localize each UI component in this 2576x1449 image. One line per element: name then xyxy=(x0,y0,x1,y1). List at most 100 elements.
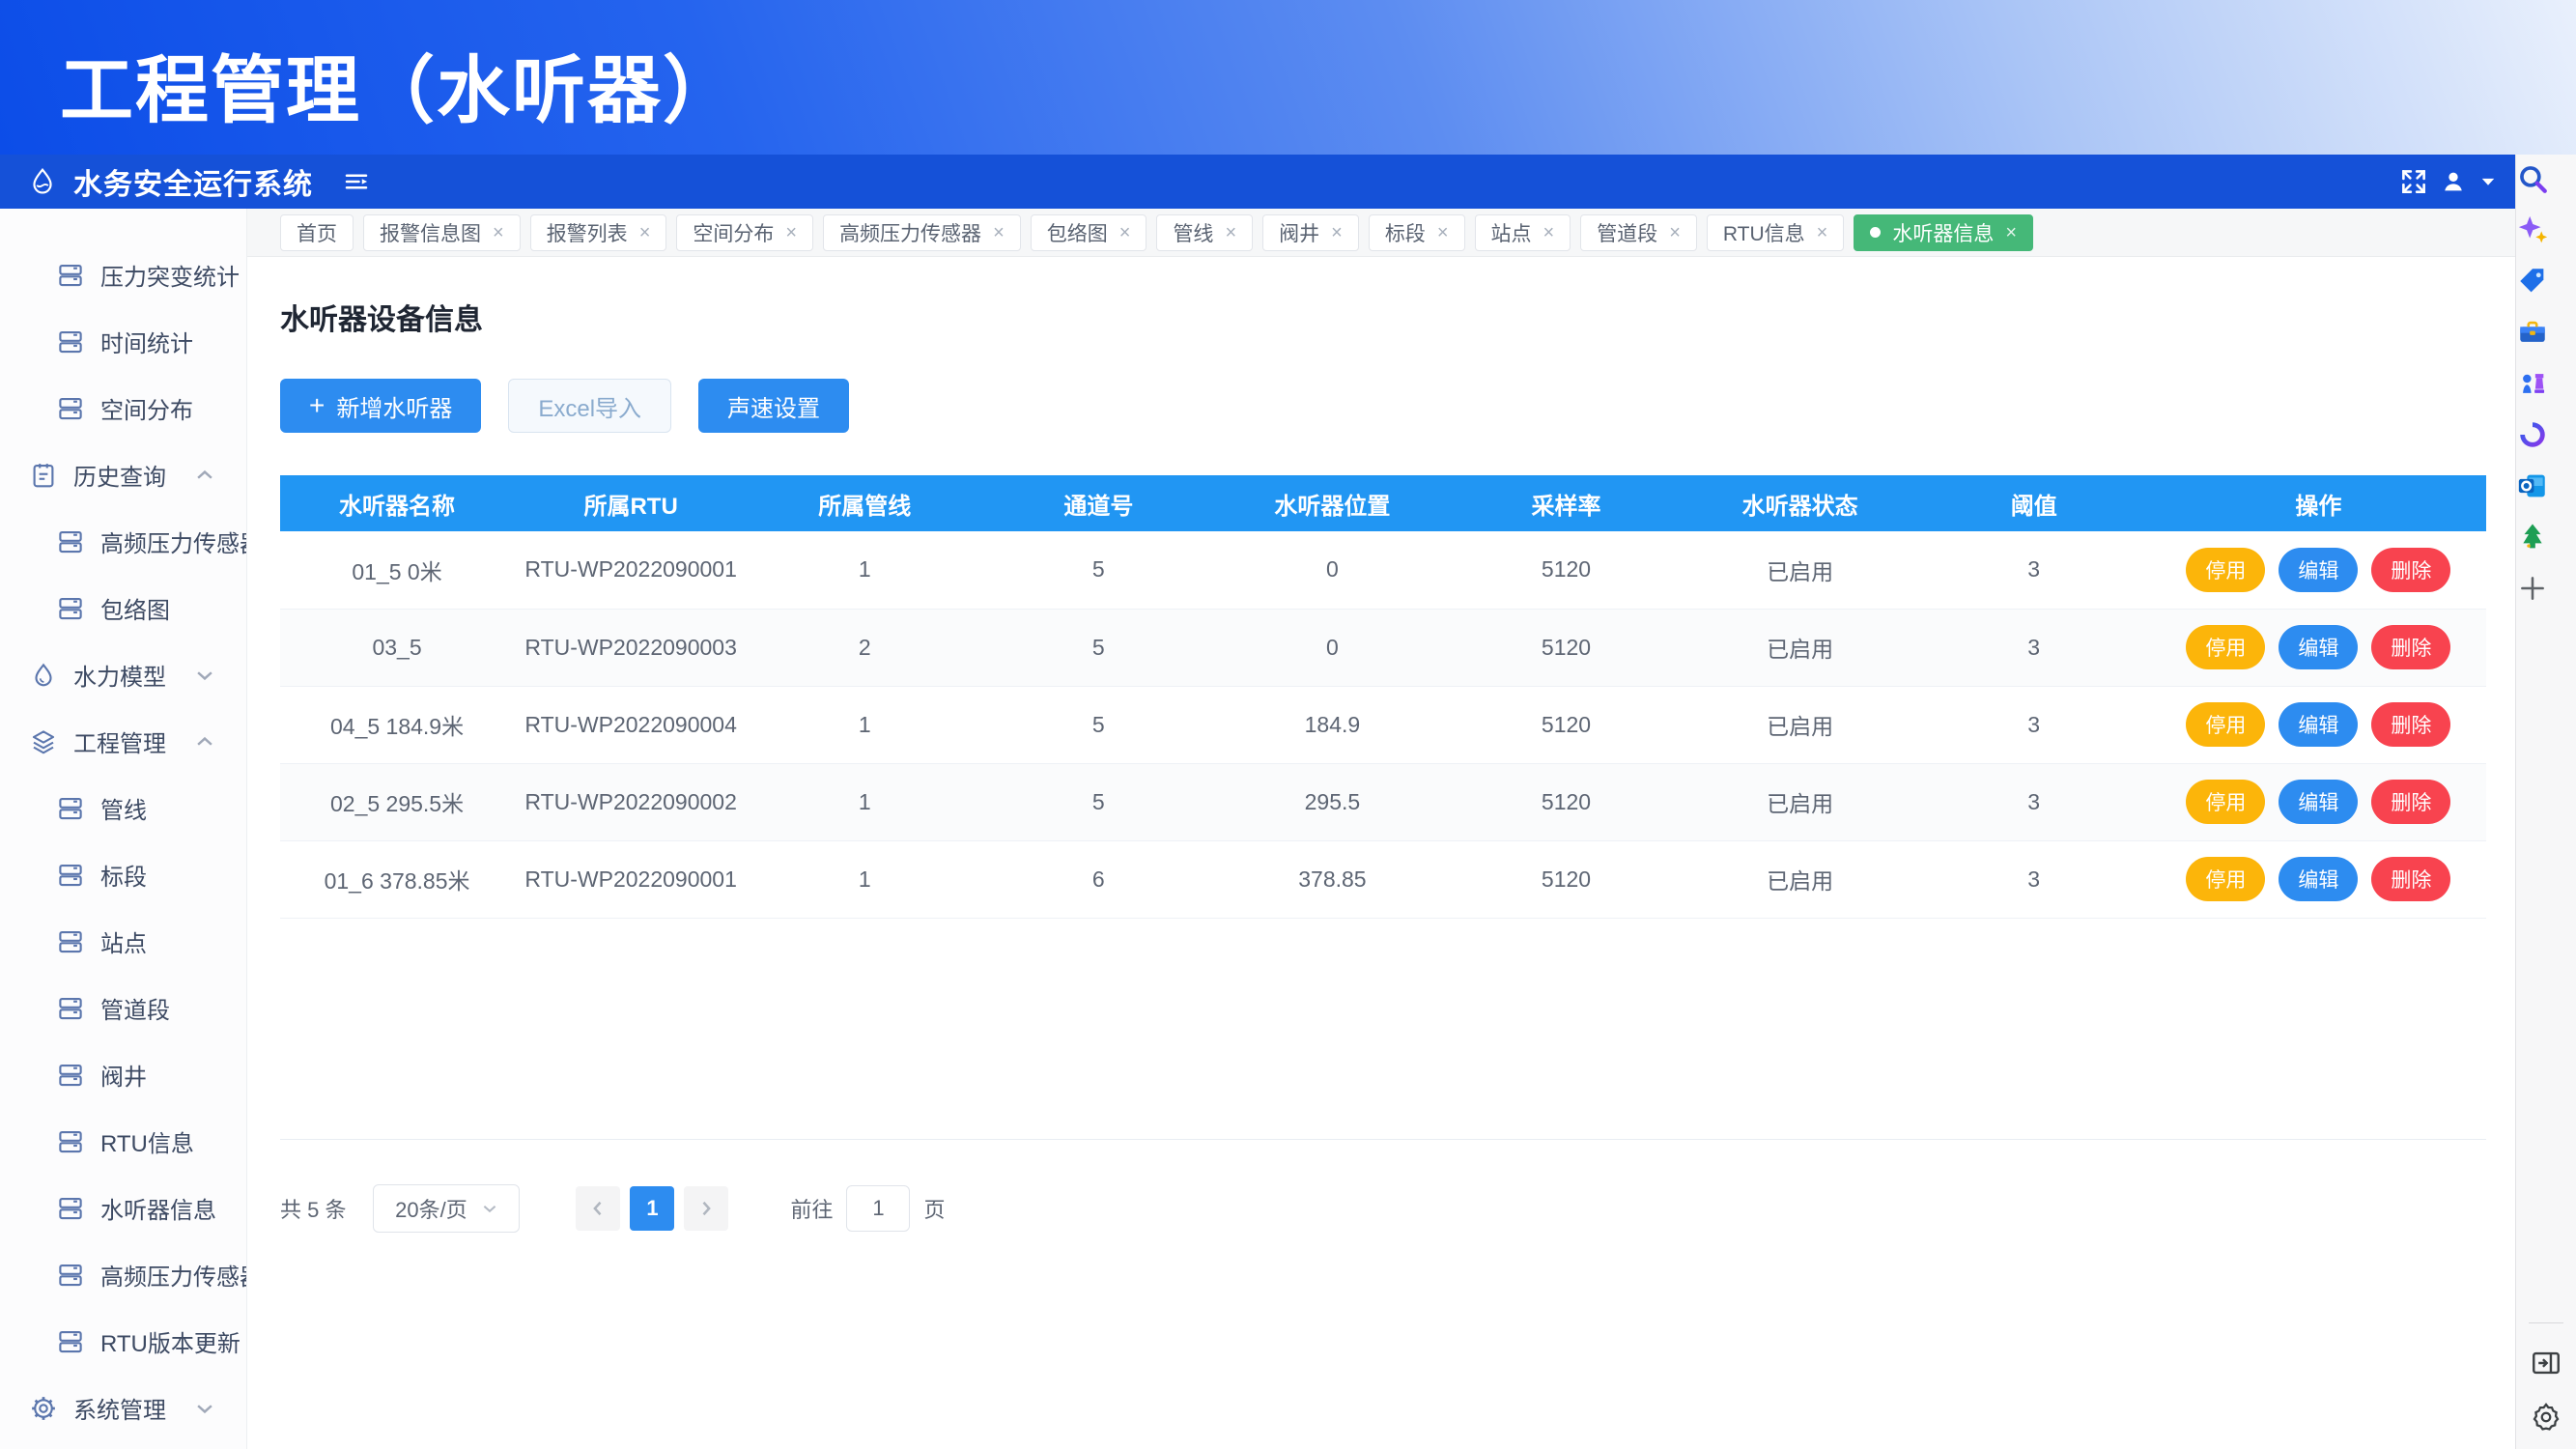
shopping-icon[interactable] xyxy=(2516,265,2549,298)
page-banner: 工程管理（水听器） xyxy=(0,0,2576,155)
tab-label: 报警信息图 xyxy=(380,218,481,247)
edit-button[interactable]: 编辑 xyxy=(2279,625,2358,669)
sidebar-item-水听器信息[interactable]: 水听器信息 xyxy=(0,1175,246,1241)
tab-报警列表[interactable]: 报警列表× xyxy=(530,214,667,251)
goto-page-input[interactable] xyxy=(846,1185,910,1232)
tree-icon[interactable] xyxy=(2516,521,2549,554)
sidebar-item-阀井[interactable]: 阀井 xyxy=(0,1041,246,1108)
sidebar-item-高频压力传感器[interactable]: 高频压力传感器 xyxy=(0,508,246,575)
table-cell: 3 xyxy=(1917,763,2151,840)
disable-button[interactable]: 停用 xyxy=(2186,857,2265,901)
sidebar-item-管道段[interactable]: 管道段 xyxy=(0,975,246,1041)
tab-首页[interactable]: 首页 xyxy=(280,214,354,251)
outlook-icon[interactable] xyxy=(2516,469,2549,502)
table-row: 04_5 184.9米RTU-WP202209000415184.95120已启… xyxy=(280,686,2486,763)
delete-button[interactable]: 删除 xyxy=(2371,625,2450,669)
sidebar-item-历史查询[interactable]: 历史查询 xyxy=(0,441,246,508)
tab-RTU信息[interactable]: RTU信息× xyxy=(1707,214,1844,251)
delete-button[interactable]: 删除 xyxy=(2371,857,2450,901)
next-page-button[interactable] xyxy=(684,1186,728,1231)
edit-button[interactable]: 编辑 xyxy=(2279,548,2358,592)
sidebar-item-高频压力传感器[interactable]: 高频压力传感器 xyxy=(0,1241,246,1308)
sidebar-item-标段[interactable]: 标段 xyxy=(0,841,246,908)
tab-close-icon[interactable]: × xyxy=(2005,223,2017,242)
tab-close-icon[interactable]: × xyxy=(1437,223,1449,242)
tab-水听器信息[interactable]: 水听器信息× xyxy=(1854,214,2033,251)
tab-close-icon[interactable]: × xyxy=(1543,223,1555,242)
microsoft365-icon[interactable] xyxy=(2516,418,2549,451)
tab-管线[interactable]: 管线× xyxy=(1156,214,1253,251)
copilot-icon[interactable] xyxy=(2516,213,2549,246)
tab-close-icon[interactable]: × xyxy=(1669,223,1681,242)
fullscreen-icon[interactable] xyxy=(2399,167,2428,196)
sidebar-item-压力突变统计[interactable]: 压力突变统计 xyxy=(0,242,246,308)
tab-close-icon[interactable]: × xyxy=(785,223,797,242)
collapse-panel-icon[interactable] xyxy=(2530,1347,2562,1379)
sidebar-item-管线[interactable]: 管线 xyxy=(0,775,246,841)
sidebar-item-水力模型[interactable]: 水力模型 xyxy=(0,641,246,708)
sidebar-item-RTU信息[interactable]: RTU信息 xyxy=(0,1108,246,1175)
sidebar-item-RTU版本更新[interactable]: RTU版本更新 xyxy=(0,1308,246,1375)
tab-close-icon[interactable]: × xyxy=(1817,223,1828,242)
column-header-所属管线: 所属管线 xyxy=(748,475,981,531)
chevron-down-icon xyxy=(481,1200,498,1217)
table-cell: 2 xyxy=(748,609,981,686)
page-size-select[interactable]: 20条/页 xyxy=(373,1184,520,1233)
delete-button[interactable]: 删除 xyxy=(2371,702,2450,747)
disable-button[interactable]: 停用 xyxy=(2186,780,2265,824)
sidebar-item-工程管理[interactable]: 工程管理 xyxy=(0,708,246,775)
settings-icon[interactable] xyxy=(2530,1401,2562,1434)
page-unit: 页 xyxy=(923,1193,945,1224)
edit-button[interactable]: 编辑 xyxy=(2279,857,2358,901)
delete-button[interactable]: 删除 xyxy=(2371,780,2450,824)
prev-page-button[interactable] xyxy=(576,1186,620,1231)
sound-speed-button[interactable]: 声速设置 xyxy=(698,379,849,433)
tab-close-icon[interactable]: × xyxy=(639,223,651,242)
tab-close-icon[interactable]: × xyxy=(1119,223,1131,242)
sidebar-item-站点[interactable]: 站点 xyxy=(0,908,246,975)
add-icon[interactable] xyxy=(2516,572,2549,605)
current-page[interactable]: 1 xyxy=(630,1186,674,1231)
chevron-up-icon xyxy=(194,731,215,753)
table-cell-actions: 停用编辑删除 xyxy=(2151,763,2486,840)
tab-阀井[interactable]: 阀井× xyxy=(1262,214,1359,251)
tab-高频压力传感器[interactable]: 高频压力传感器× xyxy=(823,214,1021,251)
tab-空间分布[interactable]: 空间分布× xyxy=(676,214,813,251)
water-drop-logo-icon xyxy=(27,166,58,197)
edit-button[interactable]: 编辑 xyxy=(2279,702,2358,747)
disable-button[interactable]: 停用 xyxy=(2186,548,2265,592)
server-icon xyxy=(56,1127,85,1156)
sidebar-item-系统管理[interactable]: 系统管理 xyxy=(0,1375,246,1441)
server-icon xyxy=(56,794,85,823)
user-icon[interactable] xyxy=(2440,168,2467,195)
tab-包络图[interactable]: 包络图× xyxy=(1031,214,1147,251)
sidebar-item-时间统计[interactable]: 时间统计 xyxy=(0,308,246,375)
tab-管道段[interactable]: 管道段× xyxy=(1580,214,1697,251)
caret-down-icon[interactable] xyxy=(2478,172,2498,191)
add-hydrophone-button[interactable]: + 新增水听器 xyxy=(280,379,481,433)
tab-报警信息图[interactable]: 报警信息图 × xyxy=(363,214,521,251)
games-icon[interactable] xyxy=(2516,367,2549,400)
excel-import-button[interactable]: Excel导入 xyxy=(508,379,671,433)
disable-button[interactable]: 停用 xyxy=(2186,702,2265,747)
edit-button[interactable]: 编辑 xyxy=(2279,780,2358,824)
tab-close-icon[interactable]: × xyxy=(993,223,1005,242)
content-area: 水听器设备信息 + 新增水听器 Excel导入 声速设置 xyxy=(247,257,2515,1449)
tab-close-icon[interactable]: × xyxy=(1331,223,1343,242)
sidebar-item-label: 历史查询 xyxy=(73,458,166,492)
table-cell: 295.5 xyxy=(1215,763,1449,840)
server-icon xyxy=(56,1261,85,1290)
table-cell: 5120 xyxy=(1449,609,1683,686)
sidebar-item-空间分布[interactable]: 空间分布 xyxy=(0,375,246,441)
menu-collapse-icon[interactable] xyxy=(342,167,371,196)
tab-站点[interactable]: 站点× xyxy=(1475,214,1571,251)
sidebar-item-包络图[interactable]: 包络图 xyxy=(0,575,246,641)
tab-close-icon[interactable]: × xyxy=(493,223,504,242)
search-icon[interactable] xyxy=(2516,162,2549,195)
delete-button[interactable]: 删除 xyxy=(2371,548,2450,592)
disable-button[interactable]: 停用 xyxy=(2186,625,2265,669)
toolbox-icon[interactable] xyxy=(2516,316,2549,349)
tab-标段[interactable]: 标段× xyxy=(1369,214,1465,251)
sidebar-item-label: 系统管理 xyxy=(73,1391,166,1425)
tab-close-icon[interactable]: × xyxy=(1225,223,1236,242)
